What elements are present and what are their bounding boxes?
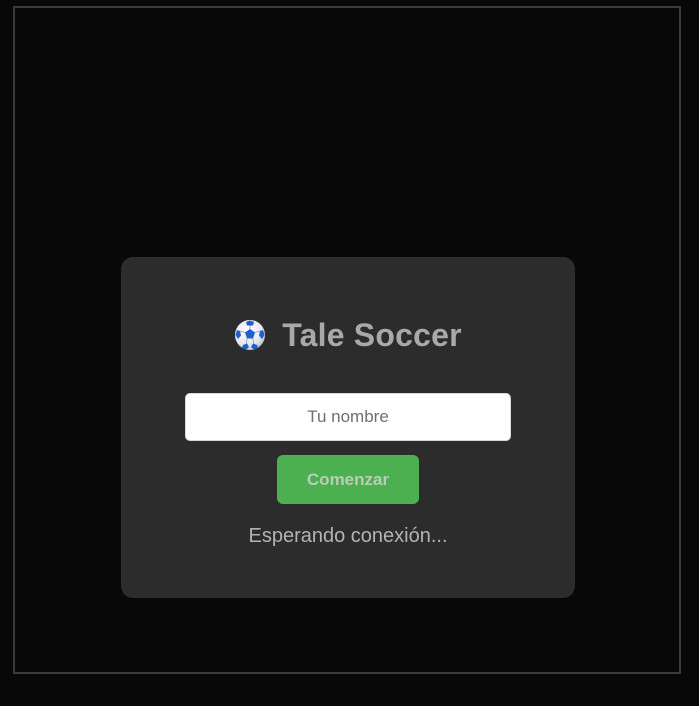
login-panel: Tale Soccer Comenzar Esperando conexión.… bbox=[121, 257, 575, 598]
soccer-ball-icon bbox=[234, 319, 266, 351]
connection-status: Esperando conexión... bbox=[248, 525, 448, 547]
player-name-input[interactable] bbox=[185, 393, 511, 441]
start-button[interactable]: Comenzar bbox=[277, 455, 419, 504]
game-title: Tale Soccer bbox=[282, 316, 462, 353]
title-row: Tale Soccer bbox=[121, 313, 575, 357]
